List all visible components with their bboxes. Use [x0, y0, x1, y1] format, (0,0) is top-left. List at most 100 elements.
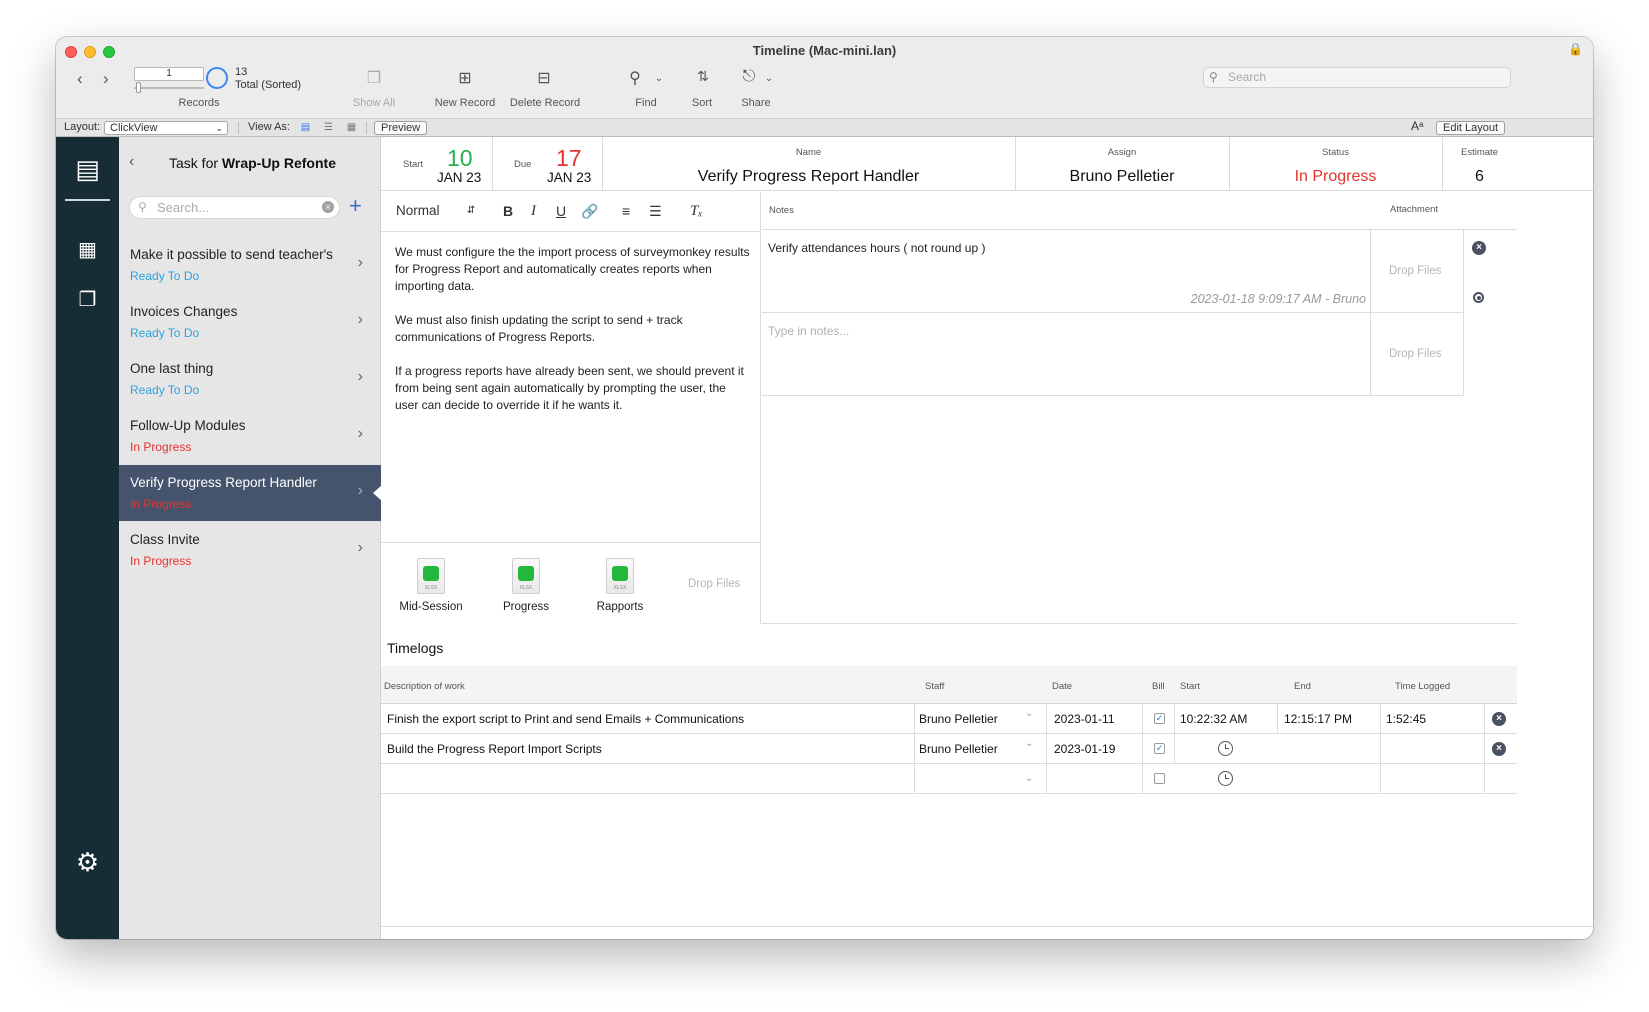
- form-view-icon[interactable]: ▤: [299, 122, 312, 133]
- task-list-item[interactable]: Make it possible to send teacher's Ready…: [119, 237, 381, 293]
- clear-format-icon[interactable]: Tₓ: [690, 203, 703, 220]
- note-cell[interactable]: Verify attendances hours ( not round up …: [762, 230, 1371, 313]
- timelog-staff[interactable]: Bruno Pelletier: [919, 734, 998, 764]
- new-record-button[interactable]: New Record: [430, 97, 500, 109]
- bold-icon[interactable]: B: [503, 203, 513, 219]
- start-month[interactable]: JAN 23: [437, 170, 481, 185]
- timelog-staff[interactable]: Bruno Pelletier: [919, 704, 998, 734]
- record-slider[interactable]: [134, 87, 204, 89]
- description-paragraph: If a progress reports have already been …: [395, 364, 744, 412]
- share-button[interactable]: Share: [736, 97, 776, 109]
- delete-record-icon[interactable]: ⊟: [535, 68, 553, 88]
- record-number-input[interactable]: 1: [134, 67, 204, 81]
- ordered-list-icon[interactable]: ≡: [622, 203, 630, 219]
- start-timer-clock-icon[interactable]: [1218, 771, 1233, 786]
- add-task-button[interactable]: +: [349, 193, 362, 219]
- back-chevron-icon[interactable]: ‹: [129, 153, 134, 171]
- note-attachment[interactable]: Drop Files: [1371, 230, 1464, 313]
- delete-timelog-icon[interactable]: ×: [1492, 712, 1506, 726]
- clear-search-icon[interactable]: ×: [322, 201, 334, 213]
- note-text: Verify attendances hours ( not round up …: [768, 241, 986, 255]
- note-cell[interactable]: Type in notes...: [762, 313, 1371, 396]
- column-header: Staff: [925, 681, 945, 692]
- bill-checkbox[interactable]: ✓: [1154, 743, 1165, 754]
- settings-gear-icon[interactable]: ⚙: [56, 847, 119, 878]
- task-list-item[interactable]: Invoices Changes Ready To Do ›: [119, 294, 381, 350]
- task-list-project: Wrap-Up Refonte: [221, 155, 336, 171]
- timelog-description[interactable]: Build the Progress Report Import Scripts: [387, 734, 602, 764]
- due-month[interactable]: JAN 23: [547, 170, 591, 185]
- toolbar-search-input[interactable]: ⚲ Search: [1203, 67, 1511, 88]
- delete-note-icon[interactable]: ×: [1472, 241, 1486, 255]
- task-list-title-prefix: Task for: [169, 155, 219, 171]
- find-icon[interactable]: ⚲: [625, 68, 645, 88]
- due-day[interactable]: 17: [556, 146, 582, 170]
- share-icon[interactable]: ⎋: [740, 68, 758, 86]
- bullet-list-icon[interactable]: ☰: [649, 203, 662, 220]
- note-attachment[interactable]: Drop Files: [1371, 313, 1464, 396]
- italic-icon[interactable]: I: [531, 203, 536, 220]
- find-menu-chevron-icon[interactable]: ⌄: [654, 73, 664, 84]
- task-list-item[interactable]: Class Invite In Progress ›: [119, 522, 381, 578]
- layout-select[interactable]: ClickView ⌄: [104, 121, 228, 135]
- timelog-start[interactable]: 10:22:32 AM: [1180, 704, 1247, 734]
- team-icon[interactable]: ▤: [56, 154, 119, 185]
- task-list-item[interactable]: Follow-Up Modules In Progress ›: [119, 408, 381, 464]
- link-icon[interactable]: 🔗: [581, 203, 598, 220]
- estimate-field[interactable]: 6: [1442, 168, 1517, 186]
- record-slider-thumb[interactable]: [136, 82, 141, 93]
- grid-icon[interactable]: ▦: [56, 237, 119, 262]
- task-search-input[interactable]: ⚲ Search... ×: [129, 196, 340, 219]
- timelog-description[interactable]: [387, 764, 907, 794]
- divider: [1484, 764, 1485, 794]
- description-text[interactable]: We must configure the the import process…: [395, 244, 751, 431]
- start-timer-clock-icon[interactable]: [1218, 741, 1233, 756]
- paragraph-style-select[interactable]: Normal: [396, 203, 440, 218]
- status-field[interactable]: In Progress: [1229, 168, 1442, 186]
- sort-icon[interactable]: ⇅: [694, 68, 712, 85]
- attachment-file[interactable]: XLSX Rapports: [580, 558, 660, 613]
- drop-files-zone[interactable]: Drop Files: [688, 578, 740, 590]
- chevron-down-icon[interactable]: ⌄: [1025, 773, 1033, 784]
- new-record-icon[interactable]: ⊞: [456, 68, 474, 88]
- column-header: Bill: [1152, 681, 1165, 692]
- edit-layout-button[interactable]: Edit Layout: [1436, 121, 1506, 135]
- editor-toolbar: Normal ⇵ B I U 🔗 ≡ ☰ Tₓ: [381, 192, 761, 232]
- task-detail: Start 10 JAN 23 Due 17 JAN 23 Name Verif…: [381, 137, 1593, 939]
- share-menu-chevron-icon[interactable]: ⌄: [764, 73, 774, 84]
- next-record-icon[interactable]: ›: [103, 69, 109, 89]
- note-input-placeholder: Type in notes...: [768, 324, 850, 338]
- task-list-item[interactable]: One last thing Ready To Do ›: [119, 351, 381, 407]
- preview-button[interactable]: Preview: [374, 121, 428, 135]
- timelog-description[interactable]: Finish the export script to Print and se…: [387, 704, 744, 734]
- timelog-date[interactable]: 2023-01-19: [1054, 734, 1115, 764]
- note-radio-icon[interactable]: [1473, 292, 1484, 303]
- previous-record-icon[interactable]: ‹: [77, 69, 83, 89]
- chevron-down-icon[interactable]: ⌄: [1025, 738, 1033, 749]
- bill-checkbox[interactable]: [1154, 773, 1165, 784]
- updown-chevron-icon[interactable]: ⇵: [467, 205, 475, 216]
- sort-button[interactable]: Sort: [684, 97, 720, 109]
- timelog-end[interactable]: 12:15:17 PM: [1284, 704, 1352, 734]
- show-all-button[interactable]: Show All: [344, 97, 404, 109]
- copy-icon[interactable]: ❐: [56, 287, 119, 312]
- bill-checkbox[interactable]: ✓: [1154, 713, 1165, 724]
- find-button[interactable]: Find: [628, 97, 664, 109]
- table-view-icon[interactable]: ▦: [345, 122, 358, 133]
- start-day[interactable]: 10: [447, 146, 473, 170]
- task-name-field[interactable]: Verify Progress Report Handler: [602, 168, 1015, 186]
- list-view-icon[interactable]: ☰: [322, 122, 335, 133]
- task-name: Class Invite: [130, 532, 200, 547]
- attachment-file[interactable]: XLSX Progress: [486, 558, 566, 613]
- assign-field[interactable]: Bruno Pelletier: [1015, 168, 1229, 186]
- timelog-date[interactable]: 2023-01-11: [1054, 704, 1115, 734]
- underline-icon[interactable]: U: [556, 203, 566, 219]
- delete-timelog-icon[interactable]: ×: [1492, 742, 1506, 756]
- font-size-icon[interactable]: Aᵃ: [1411, 120, 1423, 133]
- delete-record-button[interactable]: Delete Record: [506, 97, 584, 109]
- attachment-file[interactable]: XLSX Mid-Session: [391, 558, 471, 613]
- toolbar: Timeline (Mac-mini.lan) 🔒 ‹ › 1 13 Total…: [56, 37, 1593, 119]
- show-all-icon[interactable]: ❐: [362, 68, 386, 88]
- chevron-down-icon[interactable]: ⌄: [1025, 708, 1033, 719]
- task-list-item-selected[interactable]: Verify Progress Report Handler In Progre…: [119, 465, 382, 521]
